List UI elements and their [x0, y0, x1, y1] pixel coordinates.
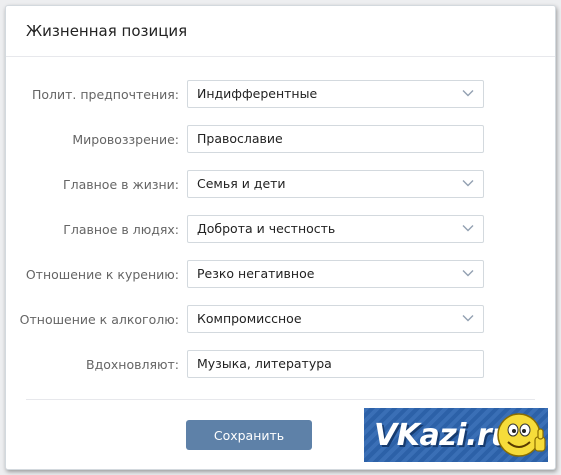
alcohol-attitude-select[interactable]: Компромиссное: [187, 305, 484, 333]
life-priority-select[interactable]: Семья и дети: [187, 170, 484, 198]
worldview-input[interactable]: Православие: [187, 125, 484, 153]
chevron-down-icon: [462, 90, 474, 97]
form-row-political: Полит. предпочтения: Индифферентные: [6, 80, 555, 110]
form-row-worldview: Мировоззрение: Православие: [6, 125, 555, 155]
field-label: Отношение к алкоголю:: [19, 312, 179, 327]
field-label: Вдохновляют:: [86, 357, 179, 372]
form-row-inspiration: Вдохновляют: Музыка, литература: [6, 350, 555, 380]
field-label: Отношение к курению:: [25, 267, 179, 282]
save-button[interactable]: Сохранить: [186, 420, 312, 450]
divider: [26, 399, 535, 400]
settings-panel: Жизненная позиция Полит. предпочтения: И…: [5, 5, 556, 470]
form-row-people-priority: Главное в людях: Доброта и честность: [6, 215, 555, 245]
smoking-attitude-select[interactable]: Резко негативное: [187, 260, 484, 288]
field-value: Православие: [197, 131, 283, 146]
chevron-down-icon: [462, 270, 474, 277]
window-frame: Жизненная позиция Полит. предпочтения: И…: [0, 0, 561, 475]
field-value: Доброта и честность: [197, 221, 336, 236]
form-row-smoking: Отношение к курению: Резко негативное: [6, 260, 555, 290]
field-value: Резко негативное: [197, 266, 315, 281]
chevron-down-icon: [462, 225, 474, 232]
field-label: Главное в людях:: [63, 222, 179, 237]
field-value: Компромиссное: [197, 311, 302, 326]
inspiration-input[interactable]: Музыка, литература: [187, 350, 484, 378]
field-label: Главное в жизни:: [62, 177, 179, 192]
field-label: Полит. предпочтения:: [31, 87, 179, 102]
smiley-thumbs-up-icon: [497, 413, 546, 457]
chevron-down-icon: [462, 180, 474, 187]
watermark-text: VKazi.ru: [374, 417, 513, 453]
field-value: Музыка, литература: [197, 356, 332, 371]
people-priority-select[interactable]: Доброта и честность: [187, 215, 484, 243]
panel-title: Жизненная позиция: [6, 6, 555, 57]
chevron-down-icon: [462, 315, 474, 322]
field-value: Семья и дети: [197, 176, 286, 191]
field-label: Мировоззрение:: [72, 132, 179, 147]
form-row-life-priority: Главное в жизни: Семья и дети: [6, 170, 555, 200]
form-row-alcohol: Отношение к алкоголю: Компромиссное: [6, 305, 555, 335]
political-preferences-select[interactable]: Индифферентные: [187, 80, 484, 108]
field-value: Индифферентные: [197, 86, 318, 101]
